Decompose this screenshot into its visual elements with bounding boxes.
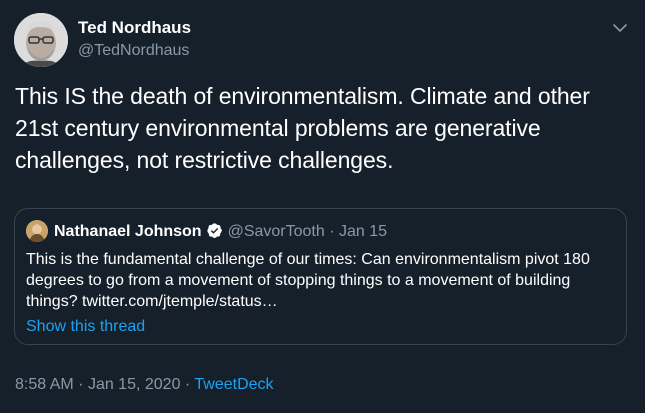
author-avatar-image [14,13,68,67]
author-name[interactable]: Ted Nordhaus [78,17,191,39]
quoted-separator: · [329,223,335,240]
tweet-card: Ted Nordhaus @TedNordhaus This IS the de… [0,0,645,413]
meta-separator: · [78,376,84,393]
author-block: Ted Nordhaus @TedNordhaus [78,17,191,61]
quoted-date[interactable]: Jan 15 [339,223,387,240]
tweet-date[interactable]: Jan 15, 2020 [88,376,181,393]
author-handle[interactable]: @TedNordhaus [78,40,191,61]
tweet-meta: 8:58 AM · Jan 15, 2020 · TweetDeck [15,374,274,395]
quoted-header: Nathanael Johnson @SavorTooth · Jan 15 [54,221,387,242]
quoted-tweet[interactable]: Nathanael Johnson @SavorTooth · Jan 15 Th… [14,208,627,345]
chevron-down-icon[interactable] [611,19,629,37]
quoted-author-name[interactable]: Nathanael Johnson [54,223,202,240]
tweet-text: This IS the death of environmentalism. C… [15,83,590,173]
verified-badge-icon [206,222,223,239]
tweet-time[interactable]: 8:58 AM [15,376,74,393]
author-avatar[interactable] [14,13,68,67]
quoted-author-avatar-image [26,220,48,242]
meta-separator-2: · [184,376,191,393]
quoted-author-handle[interactable]: @SavorTooth [228,223,325,240]
quoted-author-avatar[interactable] [26,220,48,242]
quoted-text: This is the fundamental challenge of our… [26,251,590,310]
show-thread-link[interactable]: Show this thread [26,316,145,337]
tweet-source-link[interactable]: TweetDeck [194,376,273,393]
